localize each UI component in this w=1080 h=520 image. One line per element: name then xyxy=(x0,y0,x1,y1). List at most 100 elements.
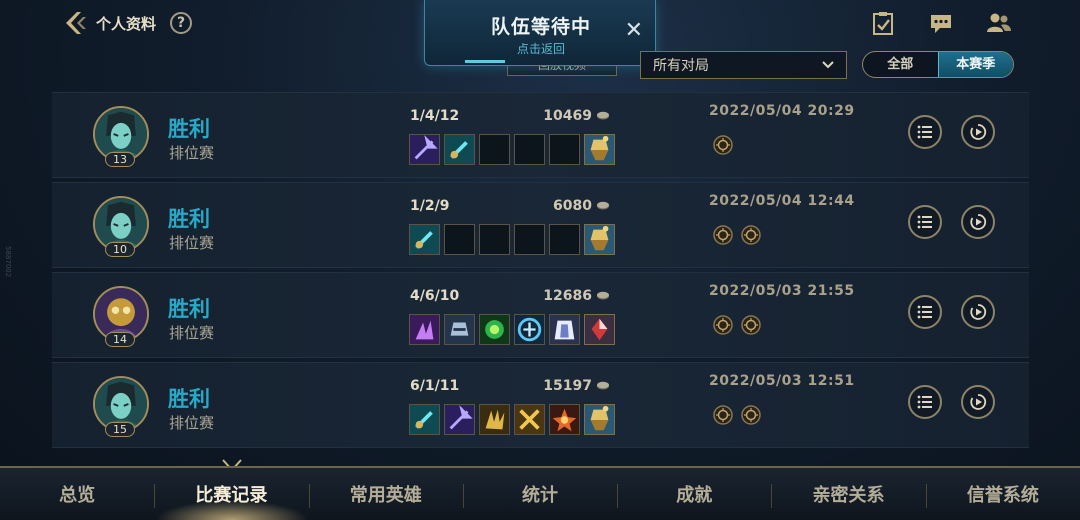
replay-icon xyxy=(970,214,987,230)
match-row[interactable]: 14 胜利 排位赛 4/6/10 12686 2022/05/03 21:55 xyxy=(52,272,1029,358)
match-details-button[interactable] xyxy=(908,205,942,239)
replay-icon xyxy=(970,124,987,140)
clipboard-check-icon[interactable] xyxy=(870,10,896,36)
back-arrow-icon[interactable] xyxy=(62,9,88,37)
item-build xyxy=(409,314,615,345)
match-details-button[interactable] xyxy=(908,385,942,419)
match-date: 2022/05/03 12:51 xyxy=(709,373,855,389)
honor-badge-icon xyxy=(741,405,761,425)
item-slot-steel-helm[interactable] xyxy=(444,314,475,345)
empty-item-slot[interactable] xyxy=(549,224,580,255)
badge-group xyxy=(713,135,733,155)
empty-item-slot[interactable] xyxy=(479,224,510,255)
season-current-button[interactable]: 本赛季 xyxy=(937,52,1013,77)
queue-return-link[interactable]: 点击返回 xyxy=(425,40,657,57)
item-slot-red-gem[interactable] xyxy=(584,314,615,345)
match-replay-button[interactable] xyxy=(961,295,995,329)
side-watermark: 5887002 xyxy=(4,246,12,278)
item-slot-gold-lantern[interactable] xyxy=(584,134,615,165)
nav-item-4[interactable]: 成就 xyxy=(617,468,771,520)
match-row[interactable]: 10 胜利排位赛 1/2/9 6080 2022/05/04 12:44 xyxy=(52,182,1029,268)
bottom-nav: 总览 比赛记录 常用英雄 统计 成就 亲密关系 信誉系统 xyxy=(0,466,1080,520)
match-gold: 10469 xyxy=(543,108,592,124)
item-build xyxy=(409,134,615,165)
item-slot-gold-lantern[interactable] xyxy=(584,404,615,435)
champion-level-badge: 14 xyxy=(105,332,135,347)
queue-title: 队伍等待中 xyxy=(490,16,591,38)
nav-item-6[interactable]: 信誉系统 xyxy=(925,468,1080,520)
badge-group xyxy=(713,225,761,245)
honor-badge-icon xyxy=(713,405,733,425)
season-toggle: 全部 本赛季 xyxy=(862,51,1014,78)
match-kda: 1/2/9 xyxy=(410,198,450,214)
badge-group xyxy=(713,405,761,425)
match-result: 胜利 xyxy=(168,297,210,321)
nav-item-2[interactable]: 常用英雄 xyxy=(308,468,463,520)
match-replay-button[interactable] xyxy=(961,115,995,149)
list-icon xyxy=(917,395,932,409)
empty-item-slot[interactable] xyxy=(514,134,545,165)
champion-level-badge: 10 xyxy=(105,242,135,257)
help-icon[interactable]: ? xyxy=(170,12,193,34)
item-slot-teal-blade[interactable] xyxy=(444,134,475,165)
champion-level-badge: 13 xyxy=(105,152,135,167)
list-icon xyxy=(917,215,932,229)
item-slot-purple-claw[interactable] xyxy=(409,314,440,345)
queue-banner[interactable]: 队伍等待中 点击返回 ✕ xyxy=(424,0,656,66)
match-date: 2022/05/04 12:44 xyxy=(709,193,855,209)
item-slot-gold-claw[interactable] xyxy=(479,404,510,435)
item-slot-blue-rune[interactable] xyxy=(514,314,545,345)
match-kda: 1/4/12 xyxy=(410,108,460,124)
empty-item-slot[interactable] xyxy=(479,134,510,165)
nav-item-1[interactable]: 比赛记录 xyxy=(154,468,308,520)
champion-level-badge: 15 xyxy=(105,422,135,437)
nav-item-5[interactable]: 亲密关系 xyxy=(771,468,925,520)
item-slot-purple-axe[interactable] xyxy=(444,404,475,435)
friends-icon[interactable] xyxy=(986,10,1012,36)
gold-coin-icon xyxy=(597,111,609,120)
honor-badge-icon xyxy=(741,315,761,335)
empty-item-slot[interactable] xyxy=(514,224,545,255)
chevron-down-icon xyxy=(822,61,834,69)
match-details-button[interactable] xyxy=(908,115,942,149)
nav-item-0[interactable]: 总览 xyxy=(0,468,154,520)
match-result: 胜利 xyxy=(168,387,210,411)
nav-item-3[interactable]: 统计 xyxy=(462,468,617,520)
match-details-button[interactable] xyxy=(908,295,942,329)
gold-coin-icon xyxy=(597,291,609,300)
match-replay-button[interactable] xyxy=(961,385,995,419)
empty-item-slot[interactable] xyxy=(444,224,475,255)
match-filter-select[interactable]: 所有对局 xyxy=(640,51,847,79)
match-filter-value: 所有对局 xyxy=(653,58,709,74)
match-date: 2022/05/04 20:29 xyxy=(709,103,855,119)
match-replay-button[interactable] xyxy=(961,205,995,239)
season-all-button[interactable]: 全部 xyxy=(863,52,938,77)
match-result: 胜利 xyxy=(168,117,210,141)
item-slot-white-cloak[interactable] xyxy=(549,314,580,345)
chat-icon[interactable] xyxy=(928,10,954,36)
match-row[interactable]: 15 胜利 排位赛 6/1/11 15197 2022/05/03 12:51 xyxy=(52,362,1029,448)
match-kda: 4/6/10 xyxy=(410,288,460,304)
match-mode: 排位赛 xyxy=(169,234,215,252)
match-mode: 排位赛 xyxy=(169,324,215,342)
honor-badge-icon xyxy=(713,135,733,155)
gold-coin-icon xyxy=(597,381,609,390)
item-slot-purple-axe[interactable] xyxy=(409,134,440,165)
item-slot-green-orb[interactable] xyxy=(479,314,510,345)
item-slot-gold-lantern[interactable] xyxy=(584,224,615,255)
match-row[interactable]: 13 胜利 排位赛 1/4/12 10469 2022/05/04 20:29 xyxy=(52,92,1029,178)
match-date: 2022/05/03 21:55 xyxy=(709,283,855,299)
close-icon[interactable]: ✕ xyxy=(625,18,643,43)
item-slot-gold-cross[interactable] xyxy=(514,404,545,435)
match-gold: 6080 xyxy=(553,198,592,214)
item-slot-red-star[interactable] xyxy=(549,404,580,435)
item-slot-teal-blade[interactable] xyxy=(409,404,440,435)
empty-item-slot[interactable] xyxy=(549,134,580,165)
item-build xyxy=(409,224,615,255)
item-slot-teal-blade[interactable] xyxy=(409,224,440,255)
replay-icon xyxy=(970,304,987,320)
match-kda: 6/1/11 xyxy=(410,378,460,394)
gold-coin-icon xyxy=(597,201,609,210)
match-result: 胜利 xyxy=(168,207,210,231)
badge-group xyxy=(713,315,761,335)
